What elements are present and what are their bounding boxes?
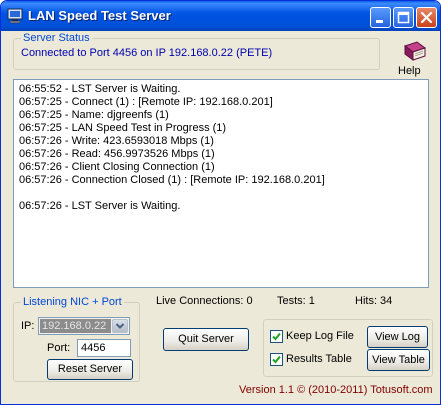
log-textarea[interactable]: 06:55:52 - LST Server is Waiting. 06:57:… xyxy=(13,79,429,288)
minimize-icon xyxy=(376,20,383,23)
port-input[interactable]: 4456 xyxy=(77,339,131,357)
app-window: LAN Speed Test Server Server Status Conn… xyxy=(0,0,441,405)
log-line: 06:57:26 - Write: 423.6593018 Mbps (1) xyxy=(19,135,214,147)
book-icon xyxy=(403,41,427,61)
hits-label: Hits: 34 xyxy=(355,295,393,307)
log-line: 06:57:25 - Connect (1) : [Remote IP: 192… xyxy=(19,96,273,108)
tests-label: Tests: 1 xyxy=(277,295,315,307)
keep-log-label[interactable]: Keep Log File xyxy=(286,330,354,342)
keep-log-checkbox[interactable] xyxy=(270,330,283,343)
help-label[interactable]: Help xyxy=(398,65,421,77)
ip-select[interactable]: 192.168.0.22 xyxy=(38,317,130,335)
server-status-value: Connected to Port 4456 on IP 192.168.0.2… xyxy=(21,47,273,59)
window-title: LAN Speed Test Server xyxy=(28,8,171,23)
app-icon[interactable] xyxy=(7,8,23,24)
live-connections-label: Live Connections: 0 xyxy=(156,295,253,307)
chevron-down-icon[interactable] xyxy=(112,319,128,333)
log-line: 06:57:26 - LST Server is Waiting. xyxy=(19,200,181,212)
title-bar[interactable]: LAN Speed Test Server xyxy=(1,1,440,31)
close-button[interactable] xyxy=(416,7,437,28)
ip-label: IP: xyxy=(21,320,35,332)
log-line: 06:57:26 - Read: 456.9973526 Mbps (1) xyxy=(19,148,215,160)
log-line: 06:57:26 - Connection Closed (1) : [Remo… xyxy=(19,174,325,186)
maximize-icon xyxy=(397,11,410,24)
log-line: 06:57:25 - Name: djgreenfs (1) xyxy=(19,109,169,121)
ip-select-value: 192.168.0.22 xyxy=(40,319,111,333)
log-line: 06:55:52 - LST Server is Waiting. xyxy=(19,83,181,95)
server-status-title: Server Status xyxy=(21,32,92,44)
view-table-button[interactable]: View Table xyxy=(367,349,430,371)
results-table-label[interactable]: Results Table xyxy=(286,353,352,365)
maximize-button[interactable] xyxy=(393,7,414,28)
close-icon xyxy=(420,11,433,24)
minimize-button[interactable] xyxy=(370,7,391,28)
view-log-button[interactable]: View Log xyxy=(367,326,428,348)
log-line: 06:57:26 - Client Closing Connection (1) xyxy=(19,161,215,173)
reset-server-button[interactable]: Reset Server xyxy=(47,359,133,380)
log-line: 06:57:25 - LAN Speed Test in Progress (1… xyxy=(19,122,227,134)
listening-nic-title: Listening NIC + Port xyxy=(21,296,124,308)
quit-server-button[interactable]: Quit Server xyxy=(163,328,249,351)
port-label: Port: xyxy=(47,342,71,354)
checkmark-icon xyxy=(272,332,281,341)
checkmark-icon xyxy=(272,355,281,364)
results-table-checkbox[interactable] xyxy=(270,353,283,366)
version-footer[interactable]: Version 1.1 © (2010-2011) Totusoft.com xyxy=(239,384,433,396)
